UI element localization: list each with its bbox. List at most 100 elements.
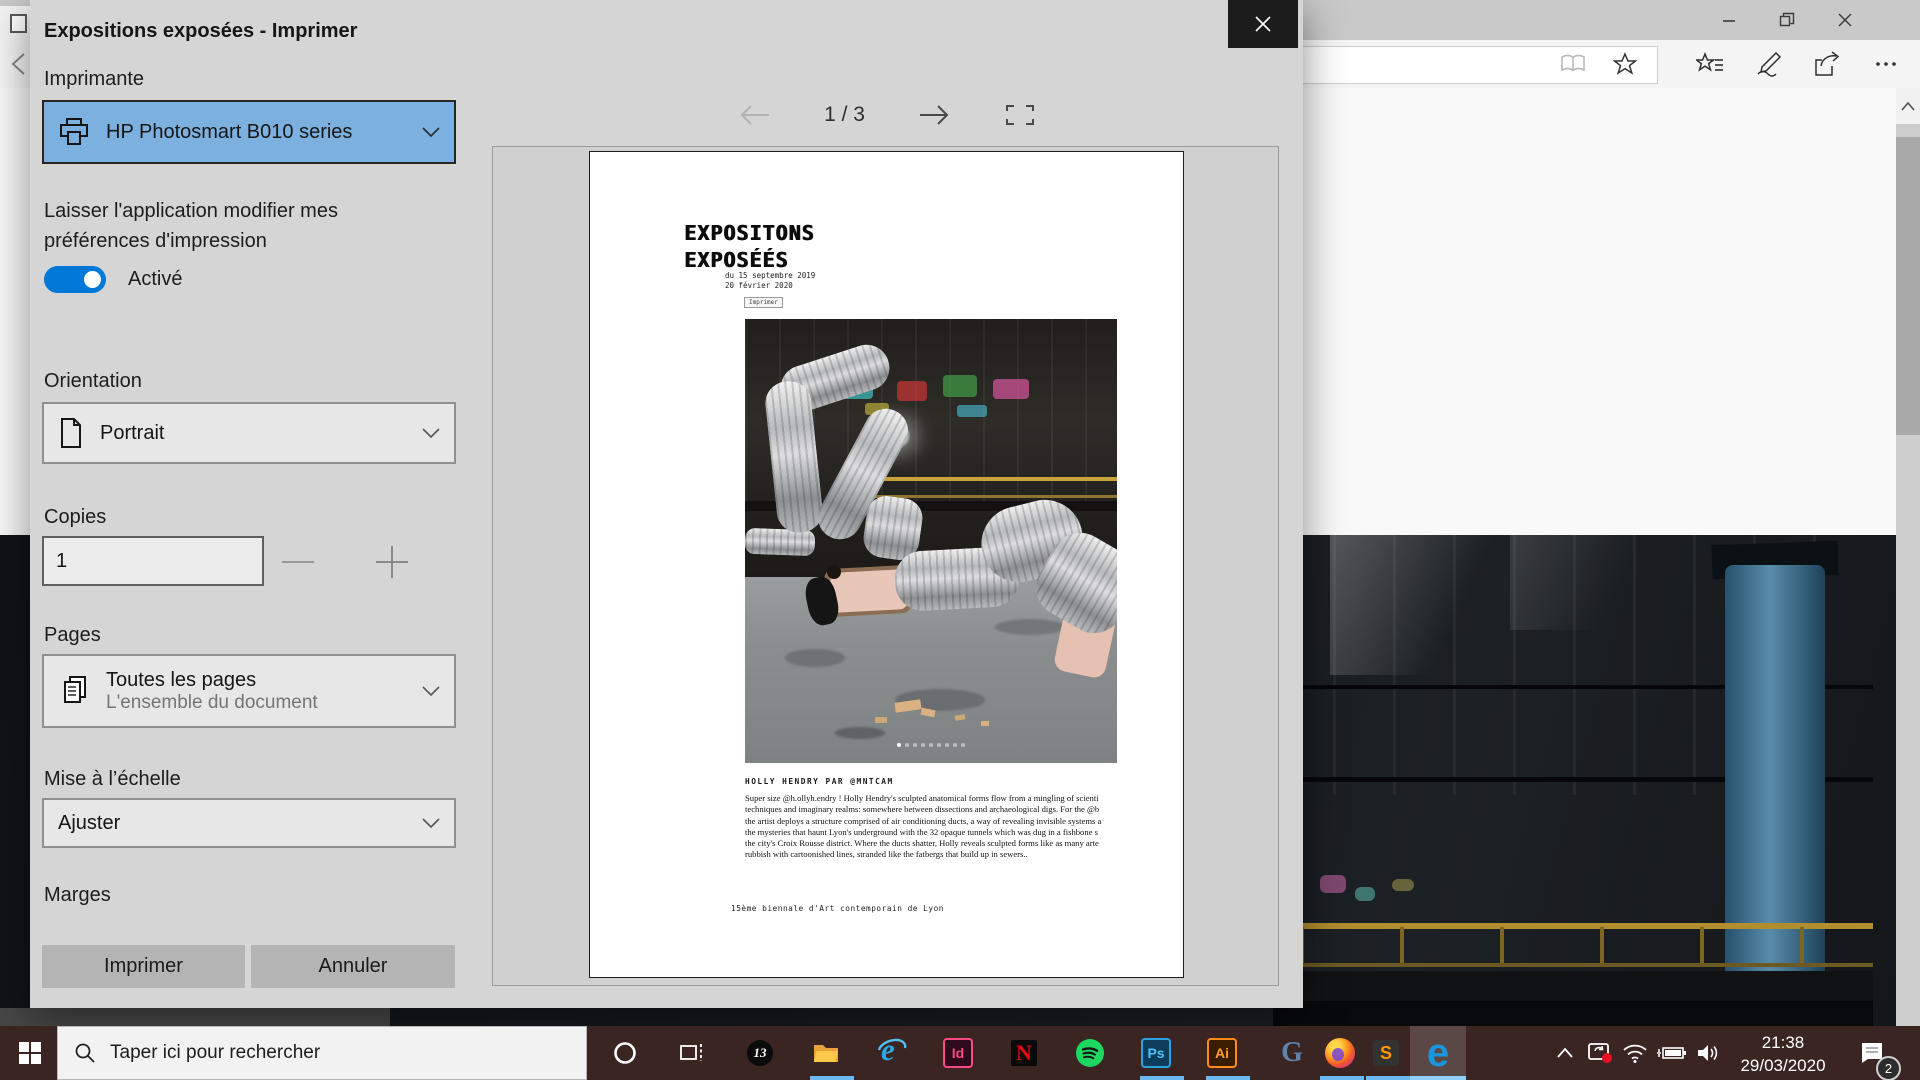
- netflix-button[interactable]: N: [1000, 1026, 1048, 1080]
- sync-icon: [1587, 1041, 1613, 1065]
- increase-copies-button[interactable]: [370, 540, 414, 584]
- minus-icon: [280, 559, 316, 565]
- tab-favicon-icon: [10, 14, 27, 33]
- pages-label: Pages: [44, 624, 101, 647]
- favorites-hub-button[interactable]: [1690, 48, 1730, 80]
- illustrator-button[interactable]: Ai: [1198, 1026, 1246, 1080]
- app-icon-b13[interactable]: 13: [736, 1026, 784, 1080]
- cancel-button[interactable]: Annuler: [251, 945, 455, 988]
- cortana-button[interactable]: [601, 1026, 649, 1080]
- search-placeholder: Taper ici pour rechercher: [110, 1042, 320, 1064]
- scrollbar-thumb[interactable]: [1896, 137, 1920, 435]
- chevron-up-icon: [1557, 1048, 1573, 1058]
- spotify-icon: [1075, 1038, 1105, 1068]
- sublime-button[interactable]: S: [1362, 1026, 1410, 1080]
- tray-volume-button[interactable]: [1688, 1026, 1730, 1080]
- photo-shape: [0, 1008, 390, 1026]
- photo-shape: [875, 717, 887, 723]
- chevron-down-icon: [422, 686, 440, 697]
- app-icon-g[interactable]: G: [1268, 1026, 1316, 1080]
- scrollbar-up-button[interactable]: [1896, 88, 1920, 124]
- clock-time: 21:38: [1735, 1031, 1831, 1054]
- preview-nav: 1 / 3: [492, 94, 1279, 136]
- window-minimize-button[interactable]: [1707, 0, 1751, 40]
- scaling-label: Mise à l’échelle: [44, 768, 181, 791]
- start-button[interactable]: [6, 1026, 54, 1080]
- photo-shape: [1273, 971, 1873, 1001]
- share-button[interactable]: [1806, 48, 1846, 80]
- fit-to-page-button[interactable]: [1005, 104, 1035, 126]
- task-view-button[interactable]: [668, 1026, 716, 1080]
- chevron-up-icon: [1901, 102, 1915, 111]
- star-icon: [1613, 52, 1637, 76]
- task-view-icon: [679, 1042, 705, 1064]
- printer-icon: [58, 117, 90, 147]
- photo-shape: [995, 619, 1065, 635]
- window-close-button[interactable]: [1823, 0, 1867, 40]
- edge-button[interactable]: e: [1414, 1026, 1462, 1080]
- printer-dropdown[interactable]: HP Photosmart B010 series: [42, 100, 456, 164]
- pages-value: Toutes les pagesL'ensemble du document: [106, 669, 406, 714]
- tray-battery-button[interactable]: [1650, 1026, 1692, 1080]
- indesign-button[interactable]: Id: [934, 1026, 982, 1080]
- next-page-button[interactable]: [917, 102, 953, 128]
- back-icon[interactable]: [8, 52, 28, 76]
- print-button[interactable]: Imprimer: [42, 945, 245, 988]
- tray-clock[interactable]: 21:38 29/03/2020: [1735, 1031, 1831, 1077]
- favorite-star-button[interactable]: [1605, 48, 1645, 80]
- photo-shape: [981, 721, 989, 726]
- share-icon: [1812, 51, 1840, 77]
- chevron-down-icon: [422, 818, 440, 829]
- active-app-indicator: [1366, 1076, 1410, 1080]
- indesign-logo-icon: Id: [943, 1038, 973, 1068]
- edge-logo-icon: e: [1427, 1038, 1449, 1068]
- print-dialog: Expositions exposées - Imprimer Impriman…: [30, 0, 1303, 1008]
- scaling-dropdown[interactable]: Ajuster: [42, 798, 456, 848]
- pages-dropdown[interactable]: Toutes les pagesL'ensemble du document: [42, 654, 456, 728]
- page-title: EXPOSITONS EXPOSÉÉS: [684, 220, 814, 274]
- hub-star-icon: [1696, 52, 1724, 76]
- speaker-icon: [1696, 1043, 1722, 1063]
- spotify-button[interactable]: [1066, 1026, 1114, 1080]
- more-options-button[interactable]: [1866, 48, 1906, 80]
- margins-label: Marges: [44, 884, 111, 907]
- photo-shape: [1725, 565, 1825, 995]
- printer-value: HP Photosmart B010 series: [106, 121, 406, 144]
- ellipsis-icon: [1874, 60, 1898, 68]
- decrease-copies-button[interactable]: [276, 540, 320, 584]
- tray-expand-button[interactable]: [1548, 1026, 1582, 1080]
- book-icon: [1560, 54, 1586, 74]
- tray-sync-button[interactable]: [1580, 1026, 1620, 1080]
- copies-input[interactable]: [42, 536, 264, 586]
- internet-explorer-button[interactable]: e: [868, 1026, 916, 1080]
- restore-icon: [1779, 12, 1795, 28]
- photo-shape: [1320, 875, 1346, 893]
- tray-wifi-button[interactable]: [1616, 1026, 1654, 1080]
- dialog-close-button[interactable]: [1228, 0, 1298, 48]
- pages-sub: L'ensemble du document: [106, 692, 406, 714]
- sublime-logo-icon: S: [1373, 1040, 1399, 1066]
- photo-shape: [897, 381, 927, 401]
- photoshop-button[interactable]: Ps: [1132, 1026, 1180, 1080]
- window-restore-button[interactable]: [1765, 0, 1809, 40]
- pages-icon: [58, 674, 90, 708]
- previous-page-button[interactable]: [736, 102, 772, 128]
- file-explorer-button[interactable]: [802, 1026, 850, 1080]
- app-prefs-toggle[interactable]: [44, 266, 106, 293]
- firefox-button[interactable]: [1316, 1026, 1364, 1080]
- address-bar[interactable]: [1296, 46, 1658, 84]
- carousel-dots: [745, 743, 1117, 747]
- preview-page: EXPOSITONS EXPOSÉÉS du 15 septembre 2019…: [589, 151, 1184, 978]
- taskbar-search[interactable]: Taper ici pour rechercher: [57, 1026, 587, 1080]
- orientation-dropdown[interactable]: Portrait: [42, 402, 456, 464]
- firefox-logo-icon: [1325, 1038, 1355, 1068]
- folder-icon: [812, 1041, 840, 1065]
- active-app-indicator: [810, 1076, 854, 1080]
- web-note-button[interactable]: [1748, 48, 1788, 80]
- toggle-state-label: Activé: [128, 268, 182, 291]
- battery-icon: [1655, 1044, 1687, 1062]
- g-logo-icon: G: [1281, 1037, 1303, 1069]
- reading-view-button[interactable]: [1553, 48, 1593, 80]
- preview-panel[interactable]: EXPOSITONS EXPOSÉÉS du 15 septembre 2019…: [492, 146, 1279, 986]
- copies-label: Copies: [44, 506, 106, 529]
